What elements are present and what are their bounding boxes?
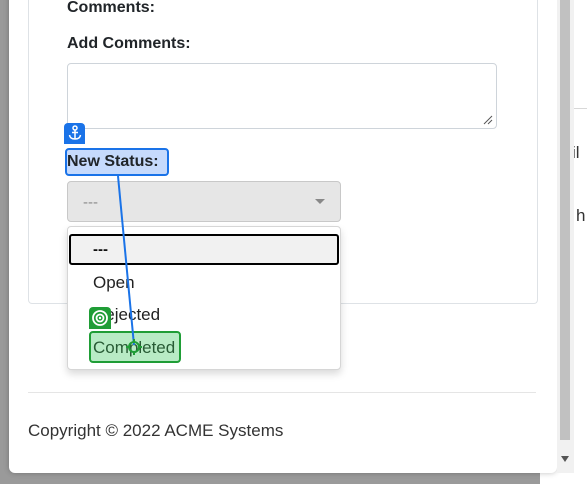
annotation-connector [117,175,142,355]
scrollbar-thumb[interactable] [560,0,570,440]
crosshair-icon [126,339,142,355]
footer-divider [28,392,536,393]
copyright-text: Copyright © 2022 ACME Systems [28,421,284,440]
scroll-down-arrow-icon[interactable] [561,456,569,462]
